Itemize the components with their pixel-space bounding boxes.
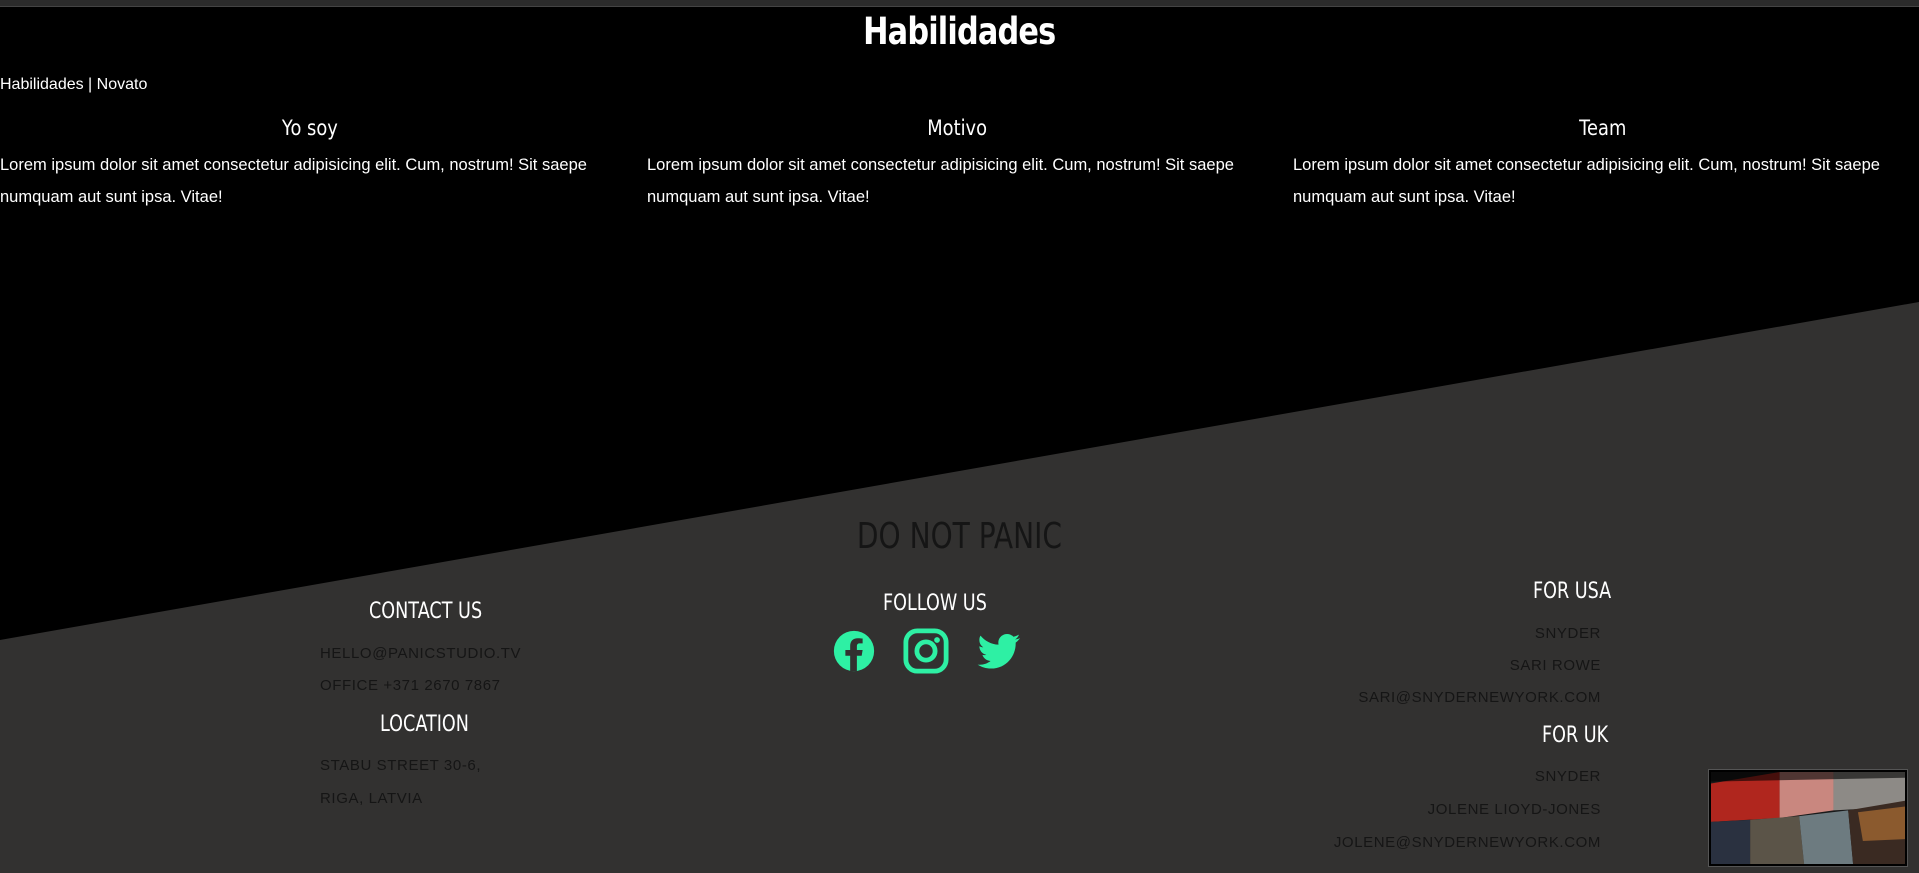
uk-heading: FOR UK (1542, 723, 1609, 748)
browser-top-bar (0, 0, 1919, 7)
contact-email-link[interactable]: HELLO@PANICSTUDIO.TV (320, 645, 521, 662)
skills-title: Habilidades (863, 10, 1056, 53)
usa-contact-name: SARI ROWE (1509, 657, 1601, 674)
uk-company: SNYDER (1534, 768, 1601, 785)
video-thumbnail[interactable] (1709, 770, 1907, 866)
uk-email-link[interactable]: JOLENE@SNYDERNEWYORK.COM (1334, 834, 1601, 851)
location-line-1: STABU STREET 30-6, (320, 757, 482, 774)
skill-column-yo-soy: Yo soy Lorem ipsum dolor sit amet consec… (0, 112, 620, 213)
skill-column-team: Team Lorem ipsum dolor sit amet consecte… (1293, 112, 1913, 213)
footer-brand: DO NOT PANIC (856, 516, 1063, 557)
skill-column-heading: Motivo (927, 116, 987, 140)
twitter-icon[interactable] (976, 628, 1022, 674)
usa-company: SNYDER (1534, 625, 1601, 642)
skill-column-motivo: Motivo Lorem ipsum dolor sit amet consec… (647, 112, 1267, 213)
uk-contact-name: JOLENE LIOYD-JONES (1427, 801, 1601, 818)
skill-column-text: Lorem ipsum dolor sit amet consectetur a… (647, 156, 1234, 206)
contact-phone-link[interactable]: OFFICE +371 2670 7867 (320, 677, 501, 694)
usa-email-link[interactable]: SARI@SNYDERNEWYORK.COM (1358, 689, 1601, 706)
location-heading: LOCATION (380, 712, 469, 737)
usa-heading: FOR USA (1533, 579, 1612, 604)
skill-column-text: Lorem ipsum dolor sit amet consectetur a… (1293, 156, 1880, 206)
contact-heading: CONTACT US (369, 599, 483, 624)
location-line-2: RIGA, LATVIA (320, 790, 423, 807)
skill-column-heading: Yo soy (282, 116, 338, 140)
skill-column-text: Lorem ipsum dolor sit amet consectetur a… (0, 156, 587, 206)
instagram-icon[interactable] (903, 628, 949, 674)
breadcrumb: Habilidades | Novato (0, 76, 148, 93)
follow-heading: FOLLOW US (883, 591, 987, 616)
facebook-icon[interactable] (831, 628, 877, 674)
skill-column-heading: Team (1579, 116, 1627, 140)
